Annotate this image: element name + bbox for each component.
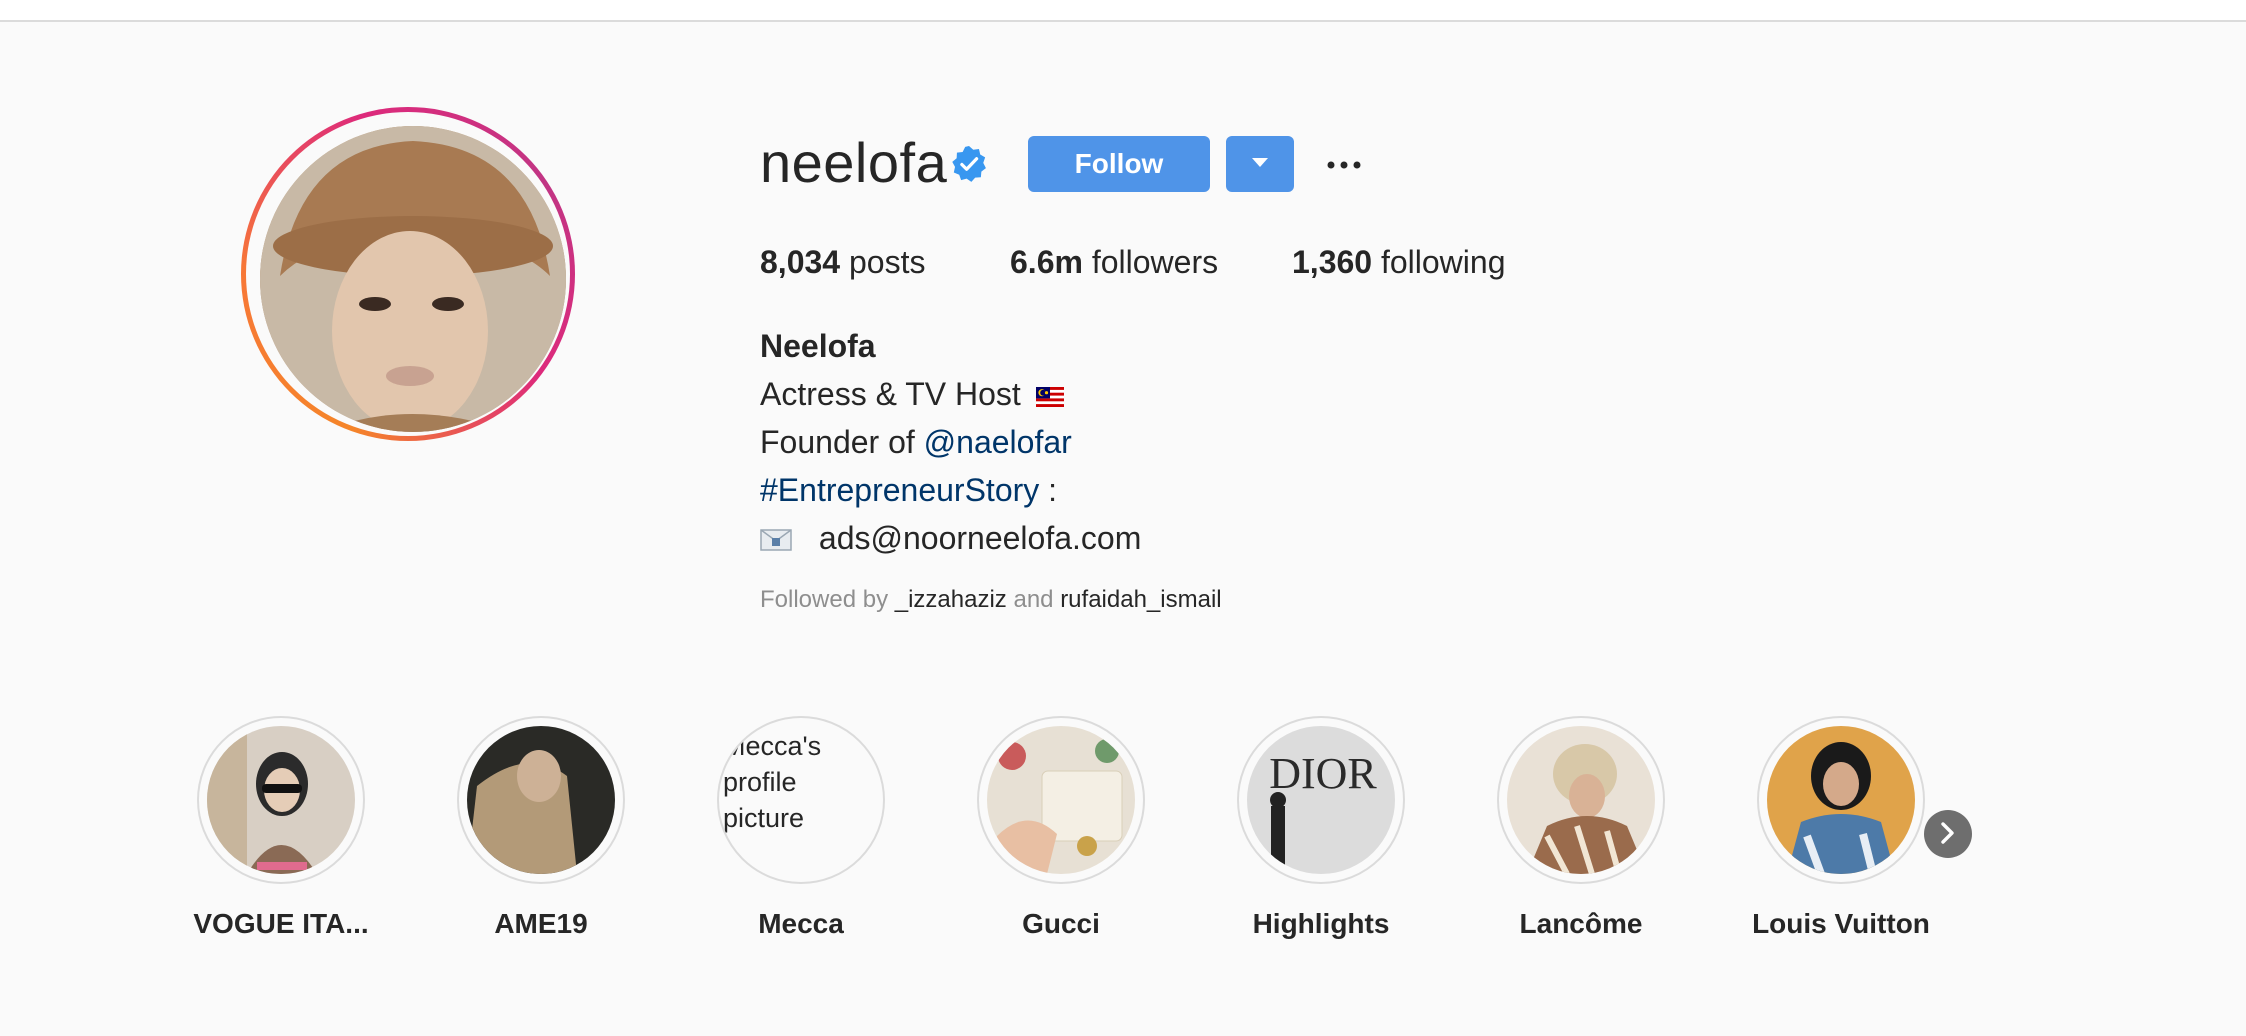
following-label: following [1380,244,1506,280]
highlight-item[interactable]: AME19 [411,716,671,956]
follower-link-1[interactable]: _izzahaziz [895,586,1007,613]
highlight-item[interactable]: Gucci [931,716,1191,956]
following-stat[interactable]: 1,360 following [1292,244,1505,281]
avatar-photo [260,126,566,432]
highlight-cover [977,716,1145,884]
bio-line-occupation: Actress & TV Host [760,376,1064,415]
profile-username: neelofa [760,131,948,194]
highlight-cover [457,716,625,884]
highlight-item[interactable]: Mecca's profile picture Mecca [671,716,931,956]
caret-down-icon [1250,157,1270,172]
more-options-button[interactable] [1320,140,1368,188]
posts-stat: 8,034 posts [760,244,925,281]
followers-label: followers [1091,244,1219,280]
highlight-label: Highlights [1252,908,1390,939]
highlight-cover: DIOR [1237,716,1405,884]
highlight-label: VOGUE ITA... [193,908,369,939]
bio-hashtag-suffix: : [1048,472,1058,508]
top-border [0,0,2246,22]
verified-badge-icon [950,145,988,183]
highlight-label: Lancôme [1519,908,1643,939]
followers-count: 6.6m [1010,244,1083,280]
highlight-item[interactable]: VOGUE ITA... [151,716,411,956]
hashtag-link[interactable]: #EntrepreneurStory [760,472,1039,508]
envelope-icon [760,522,792,559]
following-count: 1,360 [1292,244,1373,280]
followers-stat[interactable]: 6.6m followers [1010,244,1218,281]
bio-occupation-text: Actress & TV Host [760,376,1021,412]
profile-avatar[interactable] [241,107,575,441]
highlight-label: Gucci [1022,908,1100,939]
malaysia-flag-icon [1035,378,1064,415]
bio-line-hashtag: #EntrepreneurStory : [760,472,1057,509]
highlight-item[interactable]: Lancôme [1451,716,1711,956]
highlight-label: Mecca [758,908,844,939]
highlight-cover [197,716,365,884]
highlight-label: Louis Vuitton [1752,908,1930,939]
ellipsis-icon [1327,157,1361,172]
follow-button[interactable]: Follow [1028,136,1210,192]
followed-by: Followed by _izzahaziz and rufaidah_isma… [760,586,1222,614]
bio-full-name: Neelofa [760,328,876,364]
highlight-cover: Mecca's profile picture [717,716,885,884]
highlight-cover [1497,716,1665,884]
bio-email: ads@noorneelofa.com [818,520,1142,556]
suggested-dropdown-button[interactable] [1226,136,1294,192]
followed-by-prefix: Followed by [760,586,889,613]
dior-wordmark: DIOR [1269,749,1377,798]
bio-founder-prefix: Founder of [760,424,915,460]
highlight-cover [1757,716,1925,884]
posts-label: posts [848,244,926,280]
followed-by-conjunction: and [1013,586,1054,613]
posts-count: 8,034 [760,244,841,280]
highlights-next-button[interactable] [1924,810,1972,858]
chevron-right-icon [1939,821,1957,847]
bio-line-email: ads@noorneelofa.com [760,520,1141,559]
bio-line-founder: Founder of @naelofar [760,424,1072,461]
broken-image-alt-text: Mecca's profile picture [723,731,822,833]
mention-link-naelofar[interactable]: @naelofar [924,424,1072,460]
highlight-label: AME19 [494,908,588,939]
highlight-item[interactable]: DIOR Highlights [1191,716,1451,956]
follower-link-2[interactable]: rufaidah_ismail [1060,586,1221,613]
